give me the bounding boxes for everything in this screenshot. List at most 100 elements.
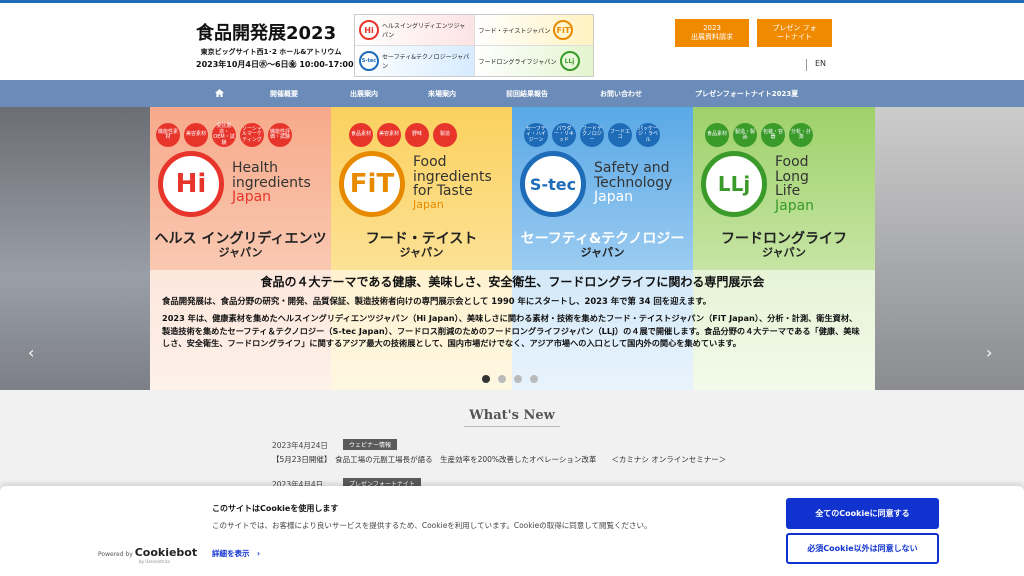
brochure-request-label: 2023 出展資料請求 xyxy=(691,23,733,41)
en-line: Japan xyxy=(232,189,272,206)
cookie-title: このサイトはCookieを使用します xyxy=(212,504,339,513)
en-line: Life xyxy=(775,183,801,200)
logo-dates: 2023年10月4日㊌～6日㊎ 10:00-17:00 xyxy=(196,60,354,69)
fit-logo-icon: FiT xyxy=(553,20,574,40)
tag: フードテクノロジー xyxy=(580,123,604,147)
banner-stec-text: セーフティ&テクノロジージャパン xyxy=(382,54,470,70)
nav-exhibit-info[interactable]: 出展案内 xyxy=(350,89,378,99)
jp-title: セーフティ&テクノロジー xyxy=(520,231,685,247)
hero-photo-left xyxy=(0,107,150,390)
hero-slider: 機能性素材 美容素材 受託製造・OEM・試験 ソーシャルマーケティング 機能性評… xyxy=(0,107,1024,390)
hero-description: 食品の４大テーマである健康、美味しさ、安全衛生、フードロングライフに関わる専門展… xyxy=(150,270,875,390)
news-category-badge: ウェビナー情報 xyxy=(343,439,398,450)
cookie-body: このサイトでは、お客様により良いサービスを提供するため、Cookieを利用してい… xyxy=(212,521,652,530)
banner-stec: S-tec セーフティ&テクノロジージャパン xyxy=(355,46,474,76)
en-line: Japan xyxy=(594,189,634,206)
deny-optional-cookies-button[interactable]: 必須Cookie以外は同意しない xyxy=(786,533,939,564)
tag: 製造・製品 xyxy=(733,123,757,147)
slider-dot[interactable] xyxy=(498,375,506,383)
en-line: Food xyxy=(413,154,447,170)
accept-all-cookies-button[interactable]: 全てのCookieに同意する xyxy=(786,498,939,529)
powered-by-label: Powered by xyxy=(98,551,133,558)
pillar-hi-tags: 機能性素材 美容素材 受託製造・OEM・試験 ソーシャルマーケティング 機能性評… xyxy=(156,123,292,147)
hero-lead-2: 2023 年は、健康素材を集めたヘルスイングリディエンツジャパン（Hi Japa… xyxy=(162,313,860,349)
jp-subtitle: ジャパン xyxy=(580,246,625,260)
en-line: Health xyxy=(232,160,278,176)
site-header: 食品開発展2023 東京ビッグサイト西1･2 ホール&アトリウム 2023年10… xyxy=(0,3,1024,80)
hero-photo-right xyxy=(875,107,1024,390)
pillar-fit-tags: 食品素材 美容素材 野味 製造 xyxy=(349,123,457,147)
tag: 包装・容器 xyxy=(761,123,785,147)
home-icon[interactable] xyxy=(215,89,224,99)
stec-logo-icon: S-tec xyxy=(359,51,379,71)
pillar-llj-tags: 食品素材 製造・製品 包装・容器 分析・計測 xyxy=(705,123,813,147)
cookie-details-link[interactable]: 詳細を表示 › xyxy=(212,548,260,559)
slider-prev-icon[interactable]: ‹ xyxy=(28,343,38,362)
jp-subtitle: ジャパン xyxy=(399,246,444,260)
hero-headline: 食品の４大テーマである健康、美味しさ、安全衛生、フードロングライフに関わる専門展… xyxy=(260,275,765,289)
pillar-llj-title: Food Long Life Japan xyxy=(775,155,814,214)
en-line: Japan xyxy=(413,198,444,212)
site-logo[interactable]: 食品開発展2023 東京ビッグサイト西1･2 ホール&アトリウム 2023年10… xyxy=(196,19,354,73)
main-nav: 開催概要 出展案内 来場案内 前回結果報告 お問い合わせ プレゼンフォートナイト… xyxy=(0,80,1024,107)
jp-subtitle: ジャパン xyxy=(762,246,806,260)
en-line: ingredients xyxy=(232,174,311,191)
tag: パウダー・リキッド xyxy=(552,123,576,147)
show-banner[interactable]: Hi ヘルスイングリディエンツジャパン フード・テイストジャパン FiT S-t… xyxy=(354,14,594,77)
stec-logo-icon: S-tec xyxy=(520,151,586,217)
jp-title: フード・テイスト xyxy=(365,231,478,247)
cookiebot-logo[interactable]: Powered by Cookiebot by Usercentrics xyxy=(98,546,197,564)
brochure-request-button[interactable]: 2023 出展資料請求 xyxy=(675,19,749,47)
jp-subtitle: ジャパン xyxy=(218,246,263,260)
nav-contact[interactable]: お問い合わせ xyxy=(600,89,642,99)
whats-new-divider xyxy=(464,426,560,427)
en-line: Technology xyxy=(594,174,673,191)
usercentrics-label: by Usercentrics xyxy=(139,559,171,564)
en-line: ingredients xyxy=(413,168,492,185)
hi-logo-icon: Hi xyxy=(359,20,379,40)
jp-title: ヘルス イングリディエンツ xyxy=(154,231,327,247)
language-switch-en[interactable]: EN xyxy=(806,59,826,71)
pillar-hi-jp: ヘルス イングリディエンツ ジャパン xyxy=(150,231,331,260)
en-line: Long xyxy=(775,168,809,185)
tag: ソーシャルマーケティング xyxy=(240,123,264,147)
tag: 受託製造・OEM・試験 xyxy=(212,123,236,147)
cookie-consent-banner: Powered by Cookiebot by Usercentrics このサ… xyxy=(0,486,1024,576)
presentation-fortnight-label: プレゼン フォ ートナイト xyxy=(772,23,817,41)
tag: フードエコ xyxy=(608,123,632,147)
nav-overview[interactable]: 開催概要 xyxy=(270,89,298,99)
slider-dot[interactable] xyxy=(530,375,538,383)
nav-previous-report[interactable]: 前回結果報告 xyxy=(506,89,548,99)
banner-llj-text: フードロングライフジャパン xyxy=(478,58,557,66)
pillar-stec-title: Safety and Technology Japan xyxy=(594,161,672,205)
nav-presentation-fortnight[interactable]: プレゼンフォートナイト2023夏 xyxy=(695,89,798,99)
slider-next-icon[interactable]: › xyxy=(986,343,996,362)
tag: 機能性評価・試験 xyxy=(268,123,292,147)
slider-dot[interactable] xyxy=(514,375,522,383)
banner-hi-text: ヘルスイングリディエンツジャパン xyxy=(382,23,466,39)
en-line: Safety and xyxy=(594,160,670,176)
banner-fit-text: フード・テイストジャパン xyxy=(478,27,551,35)
tag: セーフティ・ハイジーン xyxy=(524,123,548,147)
pillar-hi-title: Health ingredients Japan xyxy=(232,161,311,205)
presentation-fortnight-button[interactable]: プレゼン フォ ートナイト xyxy=(757,19,832,47)
en-line: Japan xyxy=(775,198,815,215)
fit-logo-icon: FiT xyxy=(339,151,405,217)
logo-venue: 東京ビッグサイト西1･2 ホール&アトリウム xyxy=(200,48,342,56)
banner-llj: フードロングライフジャパン LLj xyxy=(474,46,593,76)
jp-title: フードロングライフ xyxy=(721,231,847,247)
logo-title: 食品開発展2023 xyxy=(196,23,337,44)
tag: 分析・計測 xyxy=(789,123,813,147)
pillar-stec-tags: セーフティ・ハイジーン パウダー・リキッド フードテクノロジー フードエコ パッ… xyxy=(524,123,660,147)
tag: パッケージ・ラベル xyxy=(636,123,660,147)
banner-fit: フード・テイストジャパン FiT xyxy=(474,15,593,45)
tag: 野味 xyxy=(405,123,429,147)
pillar-stec-jp: セーフティ&テクノロジー ジャパン xyxy=(512,231,693,260)
news-link[interactable]: 【5月23日開催】 食品工場の元副工場長が語る 生産効率を200%改善したオペレ… xyxy=(272,454,726,465)
tag: 美容素材 xyxy=(184,123,208,147)
nav-visitor-info[interactable]: 来場案内 xyxy=(428,89,456,99)
pillar-llj-jp: フードロングライフ ジャパン xyxy=(693,231,875,260)
slider-dot-active[interactable] xyxy=(482,375,490,383)
llj-logo-icon: LLj xyxy=(559,51,580,71)
hi-logo-icon: Hi xyxy=(158,151,224,217)
